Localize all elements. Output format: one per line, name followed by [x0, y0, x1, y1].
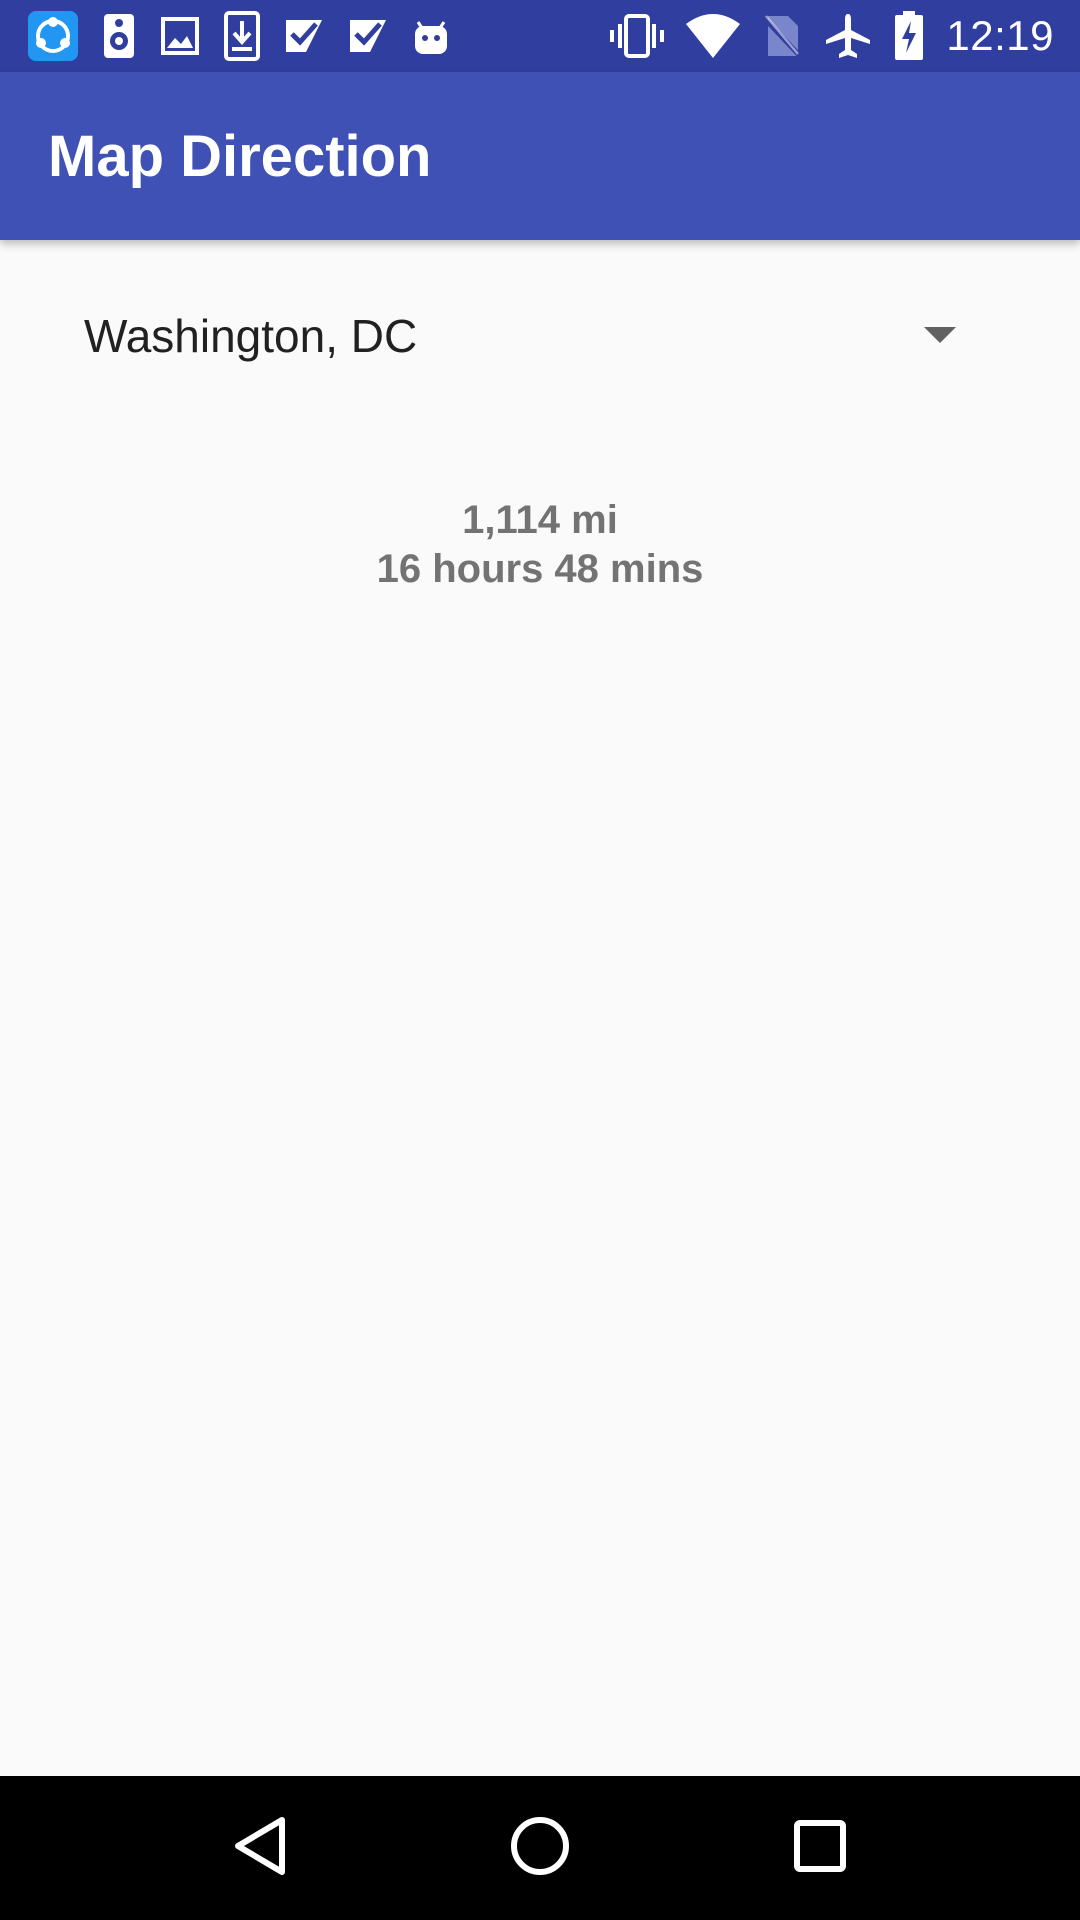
home-icon	[510, 1816, 570, 1881]
no-sim-icon	[762, 14, 803, 58]
check-icon	[348, 16, 388, 56]
wifi-icon	[686, 14, 741, 58]
system-icons: 12:19	[588, 0, 1054, 72]
download-icon	[224, 11, 260, 61]
route-result: 1,114 mi 16 hours 48 mins	[0, 496, 1080, 594]
status-bar: 12:19	[0, 0, 1080, 72]
spinner-selected-value: Washington, DC	[84, 310, 418, 362]
battery-charging-icon	[894, 11, 924, 61]
recents-button[interactable]	[760, 1788, 880, 1908]
check-icon	[284, 16, 324, 56]
back-icon	[232, 1816, 288, 1881]
image-icon	[160, 16, 200, 56]
recents-icon	[794, 1819, 846, 1877]
notification-icons	[28, 0, 474, 72]
clock: 12:19	[946, 12, 1054, 59]
android-icon	[412, 16, 450, 56]
duration-text: 16 hours 48 mins	[376, 547, 704, 591]
dropdown-arrow-icon	[924, 327, 956, 345]
airplane-icon	[824, 12, 872, 60]
screen: 12:19 Map Direction Washington, DC 1,114…	[0, 0, 1080, 1920]
distance-text: 1,114 mi	[462, 498, 618, 542]
app-title: Map Direction	[48, 123, 432, 189]
destination-spinner[interactable]: Washington, DC	[60, 280, 980, 392]
shareit-icon	[28, 11, 78, 61]
navigation-bar	[0, 1776, 1080, 1920]
app-bar: Map Direction	[0, 72, 1080, 240]
speaker-icon	[102, 12, 136, 60]
back-button[interactable]	[200, 1788, 320, 1908]
vibrate-icon	[610, 14, 665, 58]
home-button[interactable]	[480, 1788, 600, 1908]
